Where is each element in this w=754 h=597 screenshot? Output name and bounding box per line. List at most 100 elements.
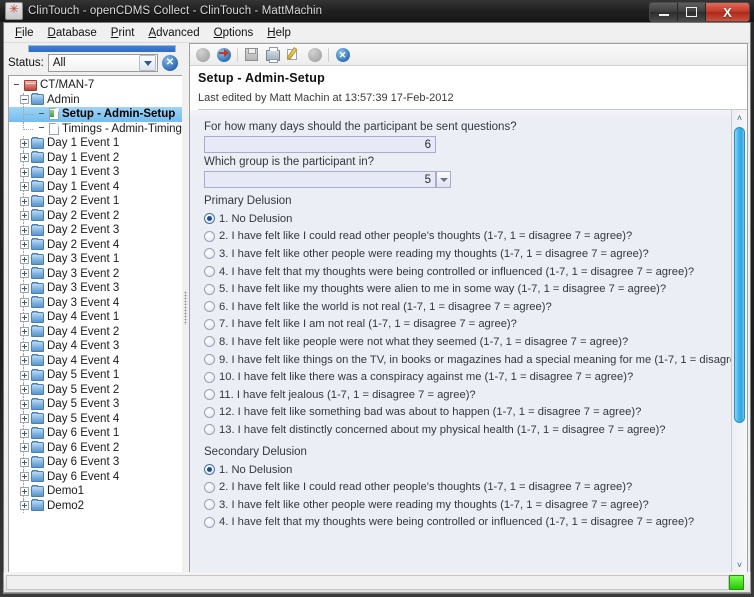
radio-unselected-icon[interactable] bbox=[204, 318, 215, 330]
tree-item[interactable]: Day 5 Event 4 bbox=[9, 411, 182, 426]
scroll-up-icon[interactable]: ˄ bbox=[732, 110, 747, 125]
cancel-button[interactable] bbox=[333, 46, 352, 64]
refresh-icon[interactable] bbox=[162, 55, 178, 71]
radio-option[interactable]: 5. I have felt like my thoughts were ali… bbox=[190, 280, 731, 298]
expand-icon[interactable] bbox=[20, 414, 29, 424]
expand-icon[interactable] bbox=[20, 341, 29, 351]
print-button[interactable] bbox=[263, 46, 282, 64]
tree-item[interactable]: Day 3 Event 1 bbox=[9, 252, 182, 267]
expand-icon[interactable] bbox=[20, 385, 29, 395]
radio-option[interactable]: 2. I have felt like I could read other p… bbox=[190, 478, 731, 496]
maximize-button[interactable] bbox=[678, 3, 706, 21]
radio-unselected-icon[interactable] bbox=[204, 424, 215, 436]
radio-unselected-icon[interactable] bbox=[204, 499, 215, 511]
radio-option[interactable]: 6. I have felt like the world is not rea… bbox=[190, 298, 731, 316]
collapse-icon[interactable] bbox=[20, 95, 29, 105]
radio-unselected-icon[interactable] bbox=[204, 283, 215, 295]
radio-option[interactable]: 3. I have felt like other people were re… bbox=[190, 245, 731, 263]
radio-selected-icon[interactable] bbox=[204, 464, 215, 476]
expand-icon[interactable] bbox=[20, 298, 29, 308]
status-filter-select[interactable]: All bbox=[47, 54, 158, 72]
expand-icon[interactable] bbox=[20, 356, 29, 366]
menu-file[interactable]: File bbox=[8, 25, 41, 41]
expand-icon[interactable] bbox=[20, 370, 29, 380]
menu-help[interactable]: Help bbox=[260, 25, 298, 41]
expand-icon[interactable] bbox=[20, 167, 29, 177]
radio-option[interactable]: 4. I have felt that my thoughts were bei… bbox=[190, 514, 731, 532]
expand-icon[interactable] bbox=[20, 501, 29, 511]
group-number-input[interactable]: 5 bbox=[204, 171, 436, 188]
expand-icon[interactable] bbox=[20, 283, 29, 293]
expand-icon[interactable] bbox=[20, 153, 29, 163]
radio-selected-icon[interactable] bbox=[204, 213, 215, 225]
tree-item[interactable]: Day 3 Event 4 bbox=[9, 295, 182, 310]
expand-icon[interactable] bbox=[20, 457, 29, 467]
radio-option[interactable]: 4. I have felt that my thoughts were bei… bbox=[190, 263, 731, 281]
radio-unselected-icon[interactable] bbox=[204, 230, 215, 242]
radio-unselected-icon[interactable] bbox=[204, 481, 215, 493]
tree-item[interactable]: Demo1 bbox=[9, 484, 182, 499]
tree-item[interactable]: Day 4 Event 1 bbox=[9, 310, 182, 325]
radio-option[interactable]: 2. I have felt like I could read other p… bbox=[190, 228, 731, 246]
tree-item[interactable]: Day 2 Event 4 bbox=[9, 237, 182, 252]
expand-icon[interactable] bbox=[20, 182, 29, 192]
expand-icon[interactable] bbox=[20, 211, 29, 221]
tree-item[interactable]: Day 1 Event 1 bbox=[9, 136, 182, 151]
chevron-down-icon[interactable] bbox=[139, 55, 156, 71]
expand-icon[interactable] bbox=[20, 486, 29, 496]
radio-option[interactable]: 13. I have felt distinctly concerned abo… bbox=[190, 421, 731, 439]
radio-unselected-icon[interactable] bbox=[204, 371, 215, 383]
radio-option[interactable]: 8. I have felt like people were not what… bbox=[190, 333, 731, 351]
back-button[interactable] bbox=[193, 46, 212, 64]
tree-item[interactable]: Day 1 Event 2 bbox=[9, 150, 182, 165]
expand-icon[interactable] bbox=[20, 399, 29, 409]
days-number-input[interactable]: 6 bbox=[204, 136, 436, 153]
tree-item[interactable]: Timings - Admin-Timings bbox=[9, 121, 182, 137]
radio-unselected-icon[interactable] bbox=[204, 248, 215, 260]
radio-unselected-icon[interactable] bbox=[204, 354, 215, 366]
radio-option[interactable]: 11. I have felt jealous (1-7, 1 = disagr… bbox=[190, 386, 731, 404]
radio-unselected-icon[interactable] bbox=[204, 406, 215, 418]
tree-item[interactable]: Day 5 Event 2 bbox=[9, 382, 182, 397]
radio-option[interactable]: 3. I have felt like other people were re… bbox=[190, 496, 731, 514]
expand-icon[interactable] bbox=[20, 443, 29, 453]
radio-option[interactable]: 10. I have felt like there was a conspir… bbox=[190, 368, 731, 386]
expand-icon[interactable] bbox=[20, 428, 29, 438]
minimize-button[interactable] bbox=[650, 3, 678, 21]
tree-item[interactable]: Day 3 Event 2 bbox=[9, 266, 182, 281]
tree-item[interactable]: Day 4 Event 3 bbox=[9, 339, 182, 354]
expand-icon[interactable] bbox=[20, 254, 29, 264]
menu-advanced[interactable]: Advanced bbox=[141, 25, 206, 41]
tree-item[interactable]: Day 4 Event 2 bbox=[9, 324, 182, 339]
lock-button[interactable] bbox=[305, 46, 324, 64]
tree-item[interactable]: CT/MAN-7 bbox=[9, 78, 182, 93]
tree-item[interactable]: Day 3 Event 3 bbox=[9, 281, 182, 296]
forward-button[interactable] bbox=[214, 46, 233, 64]
save-button[interactable] bbox=[242, 46, 261, 64]
chevron-down-icon[interactable] bbox=[436, 171, 451, 188]
expand-icon[interactable] bbox=[20, 196, 29, 206]
expand-icon[interactable] bbox=[20, 472, 29, 482]
radio-unselected-icon[interactable] bbox=[204, 266, 215, 278]
tree-item[interactable]: Day 5 Event 3 bbox=[9, 397, 182, 412]
tree-item[interactable]: Day 1 Event 4 bbox=[9, 179, 182, 194]
tree-item[interactable]: Day 2 Event 2 bbox=[9, 208, 182, 223]
tree-item[interactable]: Day 5 Event 1 bbox=[9, 368, 182, 383]
tree-item[interactable]: Day 2 Event 3 bbox=[9, 223, 182, 238]
tree-item[interactable]: Setup - Admin-Setup bbox=[9, 107, 182, 122]
close-button[interactable]: X bbox=[706, 3, 749, 21]
radio-option[interactable]: 12. I have felt like something bad was a… bbox=[190, 404, 731, 422]
tree-item[interactable]: Day 2 Event 1 bbox=[9, 194, 182, 209]
expand-icon[interactable] bbox=[20, 327, 29, 337]
tree-item[interactable]: Day 6 Event 4 bbox=[9, 469, 182, 484]
tree-item[interactable]: Day 1 Event 3 bbox=[9, 165, 182, 180]
radio-unselected-icon[interactable] bbox=[204, 389, 215, 401]
expand-icon[interactable] bbox=[20, 269, 29, 279]
edit-button[interactable] bbox=[284, 46, 303, 64]
radio-unselected-icon[interactable] bbox=[204, 516, 215, 528]
vertical-scroll-thumb[interactable] bbox=[734, 127, 745, 423]
scroll-down-icon[interactable]: ˅ bbox=[732, 557, 747, 572]
pane-splitter[interactable] bbox=[182, 43, 189, 573]
tree-item[interactable]: Demo2 bbox=[9, 498, 182, 513]
radio-option[interactable]: 1. No Delusion bbox=[190, 210, 731, 228]
